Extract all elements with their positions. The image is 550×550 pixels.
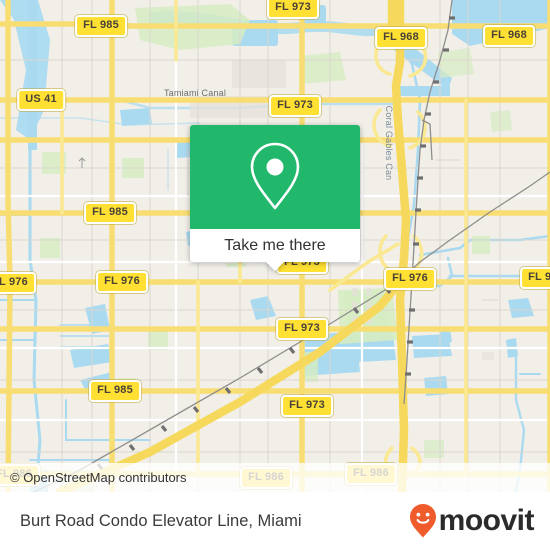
road-shield: FL 985 bbox=[89, 380, 141, 402]
road-shield: FL 973 bbox=[267, 0, 319, 19]
road-shield: US 41 bbox=[17, 89, 65, 111]
road-shield: FL 976 bbox=[520, 267, 550, 289]
openstreetmap-attribution[interactable]: © OpenStreetMap contributors bbox=[0, 470, 187, 485]
road-shield: FL 976 bbox=[384, 268, 436, 290]
map-attribution-bar: © OpenStreetMap contributors bbox=[0, 463, 550, 492]
road-shield: FL 985 bbox=[84, 202, 136, 224]
moovit-wordmark: moovit bbox=[438, 504, 535, 537]
map-text-label: Tamiami Canal bbox=[163, 88, 227, 98]
road-shield: FL 968 bbox=[375, 27, 427, 49]
moovit-brand[interactable]: moovit bbox=[408, 503, 550, 539]
take-me-there-label: Take me there bbox=[224, 236, 326, 254]
moovit-smiley-pin-icon bbox=[409, 504, 436, 538]
road-shield: FL 973 bbox=[281, 395, 333, 417]
road-shield: FL 968 bbox=[483, 25, 535, 47]
footer-bar: Burt Road Condo Elevator Line, Miami moo… bbox=[0, 492, 550, 550]
location-callout-card[interactable]: Take me there bbox=[190, 125, 360, 271]
road-shield: FL 985 bbox=[75, 15, 127, 37]
road-shield: FL 973 bbox=[276, 318, 328, 340]
callout-action-panel[interactable]: Take me there bbox=[190, 229, 360, 271]
map-text-label: Coral Gables Can bbox=[384, 105, 394, 181]
map-pin-icon bbox=[250, 142, 300, 210]
map-canvas[interactable]: .w { fill:#aadaf0; } .wl { stroke:#aadaf… bbox=[0, 0, 550, 492]
road-shield: FL 973 bbox=[269, 95, 321, 117]
page-title: Burt Road Condo Elevator Line, Miami bbox=[20, 511, 302, 530]
map-screenshot-root: .w { fill:#aadaf0; } .wl { stroke:#aadaf… bbox=[0, 0, 550, 550]
road-shield: FL 976 bbox=[96, 271, 148, 293]
road-shield: FL 976 bbox=[0, 272, 36, 294]
callout-marker-panel bbox=[190, 125, 360, 229]
callout-pointer-tail bbox=[266, 262, 284, 271]
